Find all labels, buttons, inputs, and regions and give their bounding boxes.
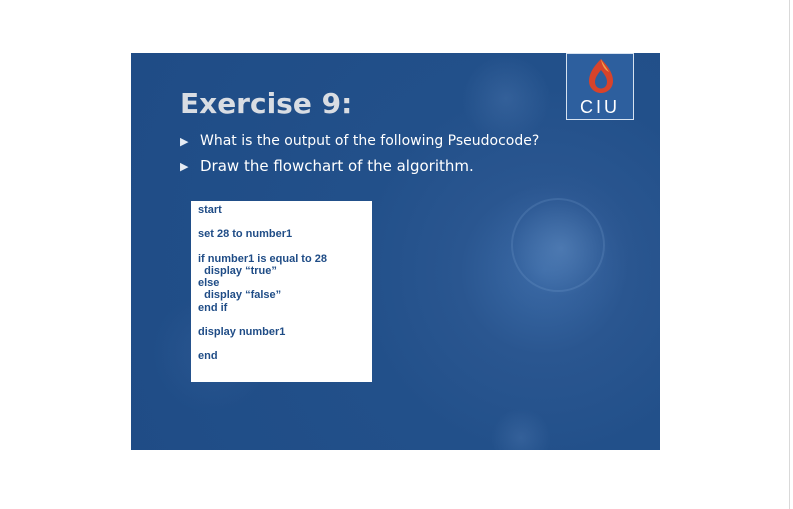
flame-drop-icon xyxy=(589,59,613,93)
bullet-arrow-icon: ▶ xyxy=(180,135,189,148)
bullet-item: ▶ Draw the flowchart of the algorithm. xyxy=(180,156,539,181)
bullet-text: Draw the flowchart of the algorithm. xyxy=(200,157,474,175)
slide-title: Exercise 9: xyxy=(180,87,353,120)
bullet-item: ▶ What is the output of the following Ps… xyxy=(180,131,539,156)
code-line: end xyxy=(198,350,218,363)
pseudocode-box: start set 28 to number1 if number1 is eq… xyxy=(191,201,372,382)
page: CIU Exercise 9: ▶ What is the output of … xyxy=(0,0,793,509)
slide: CIU Exercise 9: ▶ What is the output of … xyxy=(131,53,660,450)
bokeh-decoration xyxy=(491,408,551,450)
bokeh-ring-decoration xyxy=(511,198,605,292)
code-line: display “false” xyxy=(198,289,282,302)
code-line: start xyxy=(198,204,222,216)
bokeh-decoration xyxy=(486,173,636,323)
code-line: display number1 xyxy=(198,325,286,338)
ciu-logo: CIU xyxy=(566,53,634,120)
bullet-list: ▶ What is the output of the following Ps… xyxy=(180,131,539,181)
code-line: if number1 is equal to 28 xyxy=(198,252,327,265)
bullet-text: What is the output of the following Pseu… xyxy=(200,133,540,149)
logo-text: CIU xyxy=(580,97,620,117)
bokeh-decoration xyxy=(461,53,551,143)
page-edge-divider xyxy=(789,0,790,509)
code-line: set 28 to number1 xyxy=(198,228,293,241)
bullet-arrow-icon: ▶ xyxy=(180,160,189,173)
code-line: display “true” xyxy=(198,264,277,277)
code-line: end if xyxy=(198,301,228,314)
code-line: else xyxy=(198,277,220,290)
